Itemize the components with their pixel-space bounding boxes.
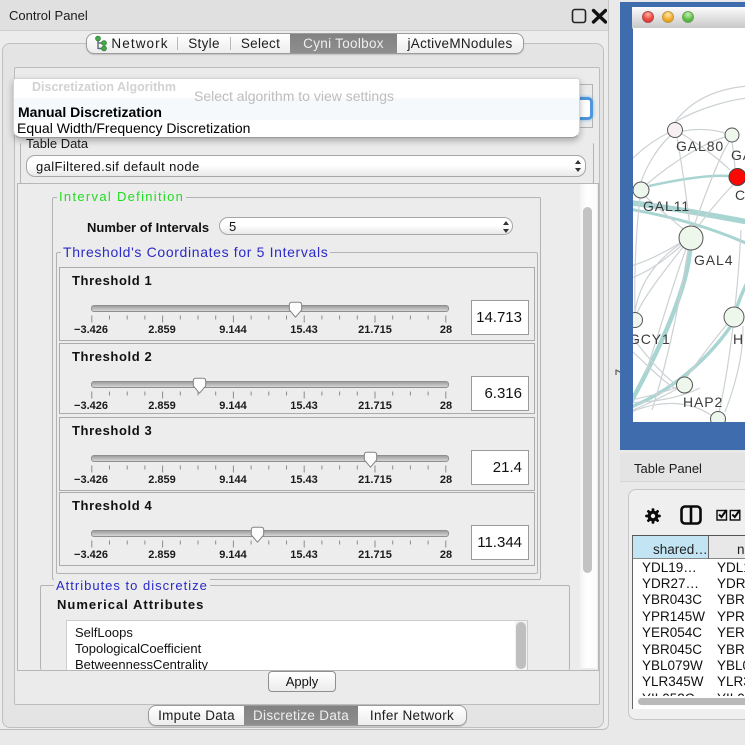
svg-text:C: C bbox=[735, 187, 745, 203]
svg-text:GCY1: GCY1 bbox=[633, 331, 671, 347]
svg-text:H: H bbox=[733, 331, 744, 347]
svg-text:GAL4: GAL4 bbox=[694, 252, 733, 268]
svg-text:GAL11: GAL11 bbox=[643, 198, 690, 214]
svg-text:GAL80: GAL80 bbox=[676, 138, 724, 154]
svg-text:GA: GA bbox=[731, 147, 745, 163]
svg-text:HAP2: HAP2 bbox=[683, 394, 723, 410]
